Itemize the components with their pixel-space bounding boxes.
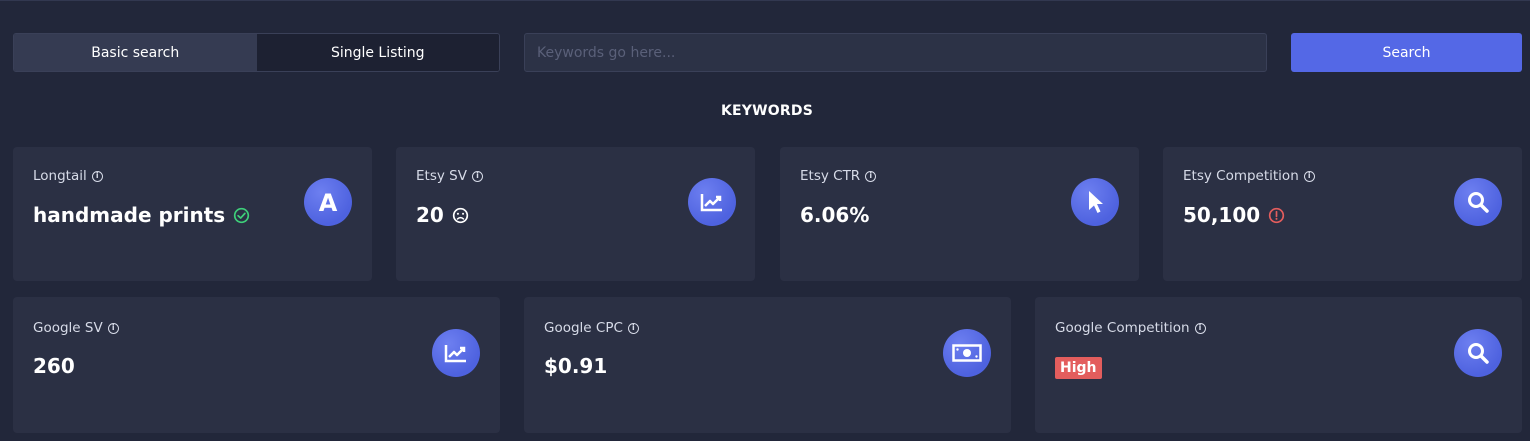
chart-line-icon [432,329,480,377]
section-title: KEYWORDS [721,103,813,119]
search-button[interactable]: Search [1291,33,1522,72]
check-circle-icon [234,207,250,223]
etsy-competition-label: Etsy Competition [1183,168,1299,184]
search-mode-tabs: Basic search Single Listing [13,33,500,72]
card-longtail: Longtail i handmade prints A [13,147,372,281]
card-label: Etsy SV i [416,168,483,184]
card-value: 260 [33,354,75,378]
money-bill-icon [943,329,991,377]
card-value: 6.06% [800,203,869,227]
google-cpc-value: $0.91 [544,354,608,378]
etsy-ctr-value: 6.06% [800,203,870,227]
card-label: Google CPC i [544,320,639,336]
alert-circle-icon [1269,207,1285,223]
card-value: handmade prints [33,203,250,227]
card-google-competition: Google Competition i High [1035,297,1522,433]
card-etsy-sv: Etsy SV i 20 [396,147,755,281]
google-competition-label: Google Competition [1055,320,1190,336]
letter-a-icon: A [304,178,352,226]
chart-line-icon [688,178,736,226]
card-label: Etsy CTR i [800,168,877,184]
sad-face-icon [452,207,468,223]
info-icon[interactable]: i [107,322,119,334]
google-sv-value: 260 [33,354,75,378]
info-icon[interactable]: i [471,170,483,182]
info-icon[interactable]: i [1303,170,1315,182]
card-value: $0.91 [544,354,607,378]
google-sv-label: Google SV [33,320,103,336]
card-etsy-competition: Etsy Competition i 50,100 [1163,147,1522,281]
card-etsy-ctr: Etsy CTR i 6.06% [780,147,1139,281]
info-icon[interactable]: i [91,170,103,182]
info-icon[interactable]: i [1194,322,1206,334]
card-label: Etsy Competition i [1183,168,1315,184]
tab-basic-search[interactable]: Basic search [14,34,257,71]
tab-single-listing[interactable]: Single Listing [256,34,499,71]
card-label: Google SV i [33,320,119,336]
card-label: Longtail i [33,168,103,184]
svg-text:A: A [319,189,338,215]
etsy-sv-label: Etsy SV [416,168,467,184]
keywords-search-input[interactable] [524,33,1267,72]
etsy-competition-value: 50,100 [1183,203,1261,227]
google-cpc-label: Google CPC [544,320,623,336]
cursor-icon [1071,178,1119,226]
card-label: Google Competition i [1055,320,1206,336]
card-value: 50,100 [1183,203,1285,227]
card-value: 20 [416,203,469,227]
longtail-label: Longtail [33,168,87,184]
etsy-ctr-label: Etsy CTR [800,168,861,184]
info-icon[interactable]: i [627,322,639,334]
magnifier-icon [1454,329,1502,377]
info-icon[interactable]: i [865,170,877,182]
magnifier-icon [1454,178,1502,226]
longtail-value: handmade prints [33,203,226,227]
card-google-cpc: Google CPC i $0.91 [524,297,1011,433]
card-google-sv: Google SV i 260 [13,297,500,433]
etsy-sv-value: 20 [416,203,444,227]
competition-level-badge: High [1055,357,1102,379]
